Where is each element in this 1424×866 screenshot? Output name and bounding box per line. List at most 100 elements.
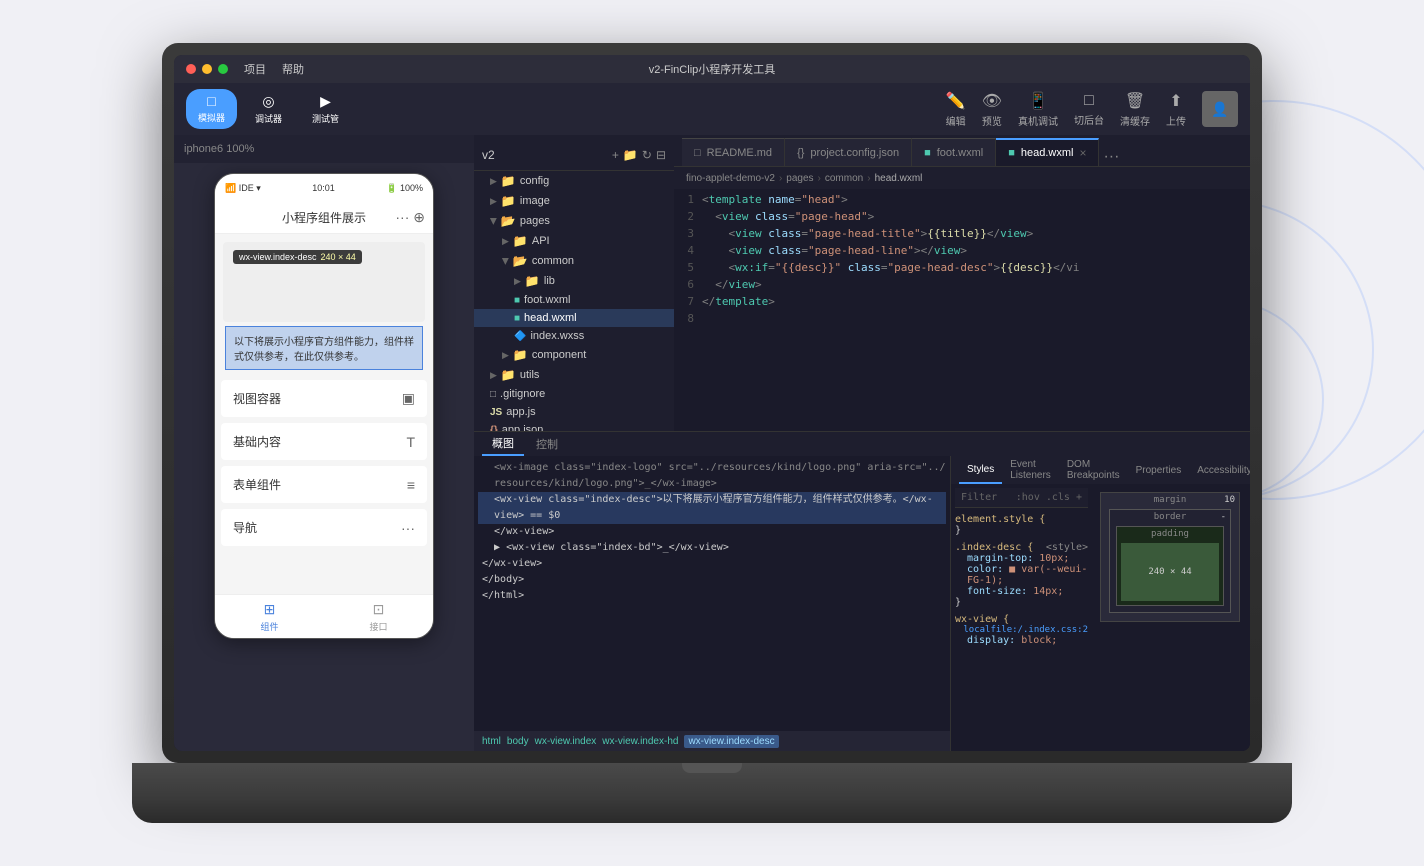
new-file-icon[interactable]: + — [612, 148, 619, 162]
tree-file-index-wxss[interactable]: 🔷 index.wxss — [474, 327, 674, 345]
close-button[interactable] — [186, 64, 196, 74]
tree-folder-component[interactable]: ▶ 📁 component — [474, 345, 674, 365]
code-line-7: 7 </template> — [674, 295, 1250, 312]
new-folder-icon[interactable]: 📁 — [623, 148, 638, 162]
html-view: <wx-image class="index-logo" src="../res… — [474, 456, 950, 731]
line-content: <view class="page-head"> — [702, 210, 1242, 223]
path-wx-view-hd[interactable]: wx-view.index-hd — [602, 736, 678, 747]
close-icon[interactable]: × — [1079, 146, 1086, 160]
tooltip-label: wx-view.index-desc — [239, 252, 317, 262]
tree-folder-api[interactable]: ▶ 📁 API — [474, 231, 674, 251]
phone-content: wx-view.index-desc 240 × 44 以下将展示小程序官方组件… — [215, 234, 433, 594]
tree-file-head-wxml[interactable]: ■ head.wxml — [474, 309, 674, 327]
laptop-body: 项目 帮助 v2-FinClip小程序开发工具 □ 模拟器 ◎ 调试器 ▶ — [162, 43, 1262, 763]
list-item-1[interactable]: 基础内容 T — [221, 423, 427, 460]
tree-file-gitignore[interactable]: □ .gitignore — [474, 385, 674, 403]
minimize-button[interactable] — [202, 64, 212, 74]
nav-api[interactable]: ⊡ 接口 — [324, 595, 433, 638]
wxml-icon: ■ — [514, 295, 520, 306]
window-controls — [186, 64, 228, 74]
time-display: 10:01 — [312, 183, 335, 193]
tree-folder-pages[interactable]: ▶ 📂 pages — [474, 211, 674, 231]
maximize-button[interactable] — [218, 64, 228, 74]
tree-item-label: utils — [520, 369, 540, 381]
nav-api-icon: ⊡ — [373, 601, 385, 618]
css-selector: .index-desc { — [955, 542, 1033, 553]
code-line-4: 4 <view class="page-head-line"></view> — [674, 244, 1250, 261]
list-label-3: 导航 — [233, 519, 257, 536]
editor-tab-project-config[interactable]: {} project.config.json — [785, 138, 912, 166]
tab-test[interactable]: ▶ 测试管 — [300, 89, 351, 129]
user-avatar[interactable]: 👤 — [1202, 91, 1238, 127]
action-background[interactable]: □ 切后台 — [1074, 92, 1104, 127]
bottom-tab-control[interactable]: 控制 — [526, 432, 568, 456]
tree-file-app-json[interactable]: {} app.json — [474, 421, 674, 431]
action-preview[interactable]: 👁 预览 — [982, 91, 1002, 128]
path-body[interactable]: body — [507, 736, 529, 747]
collapse-icon[interactable]: ⊟ — [656, 148, 666, 162]
toolbar: □ 模拟器 ◎ 调试器 ▶ 测试管 ✏️ 编辑 — [174, 83, 1250, 135]
phone-bottom-nav: ⊞ 组件 ⊡ 接口 — [215, 594, 433, 638]
line-number: 7 — [674, 295, 702, 308]
chevron-icon: ▶ — [500, 258, 511, 265]
battery-icon: 🔋 100% — [386, 183, 423, 194]
tree-folder-config[interactable]: ▶ 📁 config — [474, 171, 674, 191]
debugger-icon: ◎ — [262, 93, 274, 110]
more-tabs-icon[interactable]: ··· — [1103, 148, 1119, 166]
line-number: 5 — [674, 261, 702, 274]
styles-tab-events[interactable]: Event Listeners — [1002, 456, 1059, 484]
tab-icon: ■ — [1008, 147, 1015, 159]
css-selector: wx-view { — [955, 614, 1009, 625]
menu-item-project[interactable]: 项目 — [244, 61, 266, 77]
path-wx-view-desc[interactable]: wx-view.index-desc — [684, 735, 778, 748]
nav-component[interactable]: ⊞ 组件 — [215, 595, 324, 638]
upload-icon: ⬆ — [1169, 91, 1182, 111]
styles-tab-styles[interactable]: Styles — [959, 456, 1002, 484]
tree-folder-lib[interactable]: ▶ 📁 lib — [474, 271, 674, 291]
editor-tab-readme[interactable]: □ README.md — [682, 138, 785, 166]
tree-file-foot-wxml[interactable]: ■ foot.wxml — [474, 291, 674, 309]
tab-debugger[interactable]: ◎ 调试器 — [243, 89, 294, 129]
laptop-notch — [682, 763, 742, 773]
action-debug-label: 真机调试 — [1018, 113, 1058, 128]
styles-tab-dom[interactable]: DOM Breakpoints — [1059, 456, 1128, 484]
css-rule-element: element.style { } — [955, 514, 1088, 536]
phone-frame: 📶 IDE ▾ 10:01 🔋 100% 小程序组件展示 ··· ⊕ — [174, 163, 474, 751]
app-title: v2-FinClip小程序开发工具 — [649, 61, 776, 77]
html-line-selected: <wx-view class="index-desc">以下将展示小程序官方组件… — [478, 492, 946, 508]
toolbar-tabs: □ 模拟器 ◎ 调试器 ▶ 测试管 — [186, 89, 351, 129]
action-edit[interactable]: ✏️ 编辑 — [946, 91, 966, 128]
path-html[interactable]: html — [482, 736, 501, 747]
line-content: <view class="page-head-line"></view> — [702, 244, 1242, 257]
tab-simulator[interactable]: □ 模拟器 — [186, 89, 237, 129]
editor-tab-head-wxml[interactable]: ■ head.wxml × — [996, 138, 1099, 166]
tree-folder-utils[interactable]: ▶ 📁 utils — [474, 365, 674, 385]
line-content: </template> — [702, 295, 1242, 308]
code-editor[interactable]: 1 <template name="head"> 2 <view class="… — [674, 189, 1250, 431]
refresh-icon[interactable]: ↻ — [642, 148, 652, 162]
phone-title-bar: 小程序组件展示 ··· ⊕ — [215, 202, 433, 234]
nav-api-label: 接口 — [369, 620, 387, 633]
styles-tab-properties[interactable]: Properties — [1128, 456, 1190, 484]
phone-status-bar: 📶 IDE ▾ 10:01 🔋 100% — [215, 174, 433, 202]
styles-tab-accessibility[interactable]: Accessibility — [1189, 456, 1250, 484]
action-upload[interactable]: ⬆ 上传 — [1166, 91, 1186, 128]
list-item-2[interactable]: 表单组件 ≡ — [221, 466, 427, 503]
action-debug[interactable]: 📱 真机调试 — [1018, 91, 1058, 128]
folder-icon: 📂 — [501, 214, 516, 228]
tree-item-label: config — [520, 175, 549, 187]
path-wx-view-index[interactable]: wx-view.index — [535, 736, 597, 747]
list-item-3[interactable]: 导航 ··· — [221, 509, 427, 546]
preview-header: iphone6 100% — [174, 135, 474, 163]
menu-item-help[interactable]: 帮助 — [282, 61, 304, 77]
test-icon: ▶ — [320, 93, 331, 110]
file-tree: v2 + 📁 ↻ ⊟ ▶ — [474, 135, 674, 431]
tree-folder-image[interactable]: ▶ 📁 image — [474, 191, 674, 211]
action-clear[interactable]: 🗑 清缓存 — [1120, 91, 1150, 128]
tree-folder-common[interactable]: ▶ 📂 common — [474, 251, 674, 271]
css-rules: Filter :hov .cls + element.style { } — [955, 488, 1088, 652]
tree-file-app-js[interactable]: JS app.js — [474, 403, 674, 421]
list-item-0[interactable]: 视图容器 ▣ — [221, 380, 427, 417]
bottom-tab-overview[interactable]: 概图 — [482, 432, 524, 456]
editor-tab-foot-wxml[interactable]: ■ foot.wxml — [912, 138, 996, 166]
